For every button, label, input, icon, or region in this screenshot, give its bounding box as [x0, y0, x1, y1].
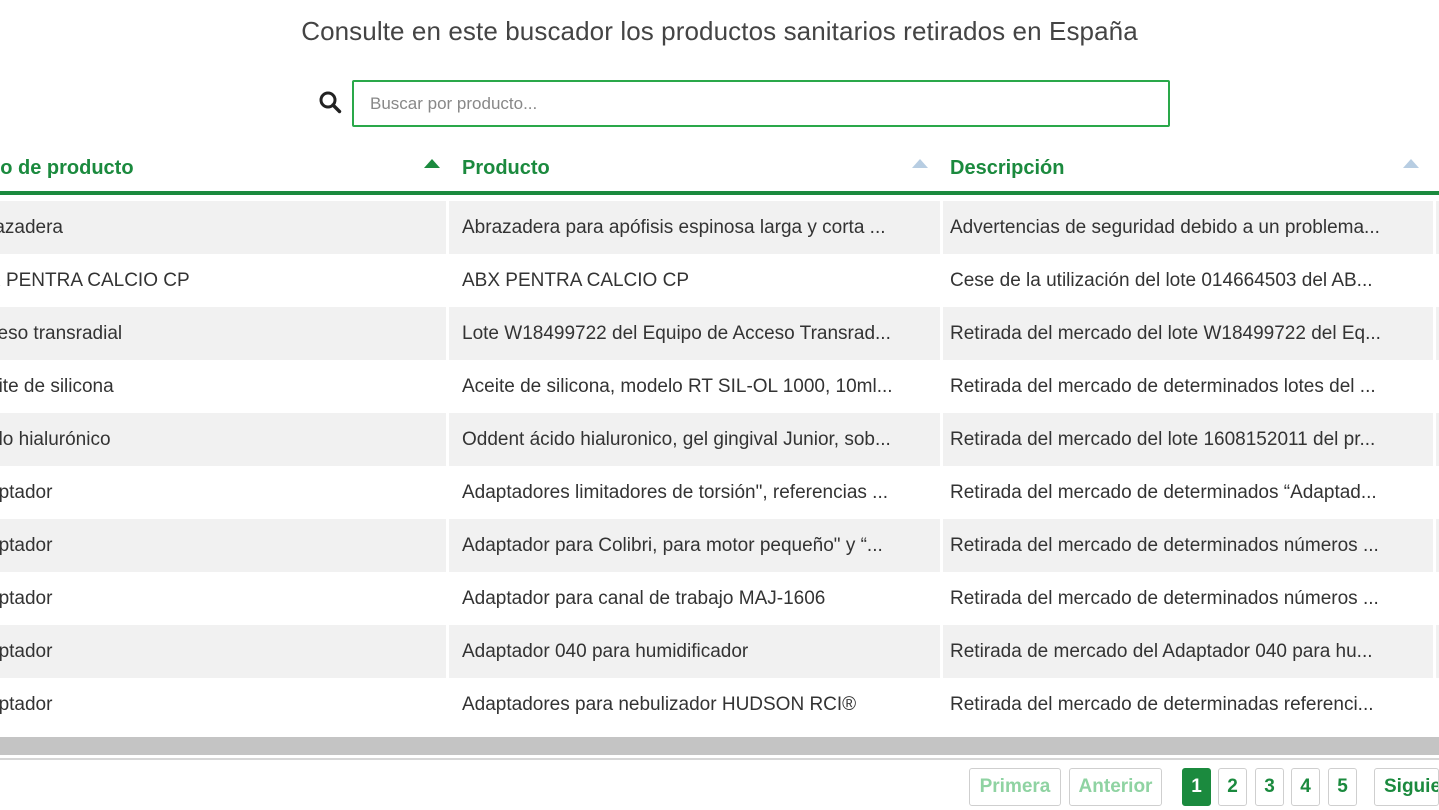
column-separator: [940, 572, 943, 625]
table-row[interactable]: aptador Adaptadores limitadores de torsió…: [0, 466, 1439, 519]
cell-tipo: aptador: [0, 641, 53, 662]
horizontal-scrollbar[interactable]: [0, 737, 1439, 755]
previous-page-button[interactable]: Anterior: [1069, 768, 1162, 806]
cell-descripcion: Retirada del mercado de determinados “Ad…: [950, 482, 1377, 503]
cell-tipo: aptador: [0, 694, 53, 715]
table-header: po de producto Producto Descripción: [0, 143, 1439, 195]
column-separator: [446, 360, 449, 413]
sort-asc-icon[interactable]: [424, 159, 440, 168]
cell-producto: Adaptadores para nebulizador HUDSON RCI®: [462, 694, 857, 715]
first-page-button[interactable]: Primera: [969, 768, 1061, 806]
table-row[interactable]: ido hialurónico Oddent ácido hialuronico,…: [0, 413, 1439, 466]
cell-producto: Aceite de silicona, modelo RT SIL-OL 100…: [462, 376, 893, 397]
cell-tipo: aptador: [0, 482, 53, 503]
products-table: po de producto Producto Descripción raza…: [0, 143, 1439, 731]
column-header-descripcion[interactable]: Descripción: [950, 143, 1064, 191]
column-separator: [940, 466, 943, 519]
page-heading: Consulte en este buscador los productos …: [301, 16, 1138, 46]
next-page-button[interactable]: Siguie: [1374, 768, 1439, 806]
cell-tipo: eite de silicona: [0, 376, 114, 397]
column-separator: [446, 413, 449, 466]
column-header-producto[interactable]: Producto: [462, 143, 550, 191]
page-button-1[interactable]: 1: [1182, 768, 1211, 806]
column-separator: [446, 519, 449, 572]
column-separator: [1433, 307, 1436, 360]
column-separator: [1433, 254, 1436, 307]
column-separator: [940, 307, 943, 360]
cell-producto: Adaptador para canal de trabajo MAJ-1606: [462, 588, 826, 609]
page-button-4[interactable]: 4: [1291, 768, 1320, 806]
column-separator: [1433, 466, 1436, 519]
table-row[interactable]: aptador Adaptador para canal de trabajo M…: [0, 572, 1439, 625]
table-body: razadera Abrazadera para apófisis espinos…: [0, 201, 1439, 731]
cell-producto: Adaptadores limitadores de torsión", ref…: [462, 482, 889, 503]
search-icon: [319, 91, 342, 114]
cell-descripcion: Retirada del mercado de determinados núm…: [950, 588, 1379, 609]
page-button-2[interactable]: 2: [1218, 768, 1247, 806]
table-row[interactable]: aptador Adaptador 040 para humidificador R…: [0, 625, 1439, 678]
sort-icon[interactable]: [1403, 159, 1419, 168]
column-separator: [1433, 413, 1436, 466]
pagination: Primera Anterior 1 2 3 4 5 Siguie: [0, 768, 1439, 808]
table-row[interactable]: razadera Abrazadera para apófisis espinos…: [0, 201, 1439, 254]
cell-producto: Adaptador para Colibri, para motor peque…: [462, 535, 883, 556]
cell-tipo: ido hialurónico: [0, 429, 111, 450]
table-row[interactable]: aptador Adaptador para Colibri, para moto…: [0, 519, 1439, 572]
column-separator: [940, 360, 943, 413]
column-separator: [940, 678, 943, 731]
page-button-5[interactable]: 5: [1328, 768, 1357, 806]
column-separator: [1433, 572, 1436, 625]
cell-descripcion: Retirada del mercado de determinadas ref…: [950, 694, 1374, 715]
column-separator: [1433, 519, 1436, 572]
column-separator: [446, 678, 449, 731]
cell-descripcion: Retirada del mercado de determinados lot…: [950, 376, 1376, 397]
cell-tipo: aptador: [0, 535, 53, 556]
column-separator: [1433, 201, 1436, 254]
sort-icon[interactable]: [912, 159, 928, 168]
column-separator: [446, 307, 449, 360]
cell-tipo: aptador: [0, 588, 53, 609]
column-separator: [940, 519, 943, 572]
cell-descripcion: Cese de la utilización del lote 01466450…: [950, 270, 1373, 291]
page-button-3[interactable]: 3: [1255, 768, 1284, 806]
cell-tipo: ceso transradial: [0, 323, 123, 344]
cell-tipo: X PENTRA CALCIO CP: [0, 270, 190, 291]
column-separator: [940, 254, 943, 307]
table-row[interactable]: ceso transradial Lote W18499722 del Equip…: [0, 307, 1439, 360]
column-separator: [1433, 360, 1436, 413]
column-separator: [1433, 678, 1436, 731]
cell-producto: Oddent ácido hialuronico, gel gingival J…: [462, 429, 891, 450]
cell-tipo: razadera: [0, 217, 63, 238]
column-separator: [1433, 625, 1436, 678]
column-separator: [940, 625, 943, 678]
cell-producto: Abrazadera para apófisis espinosa larga …: [462, 217, 886, 238]
column-separator: [940, 413, 943, 466]
column-separator: [940, 201, 943, 254]
cell-descripcion: Retirada del mercado del lote W18499722 …: [950, 323, 1381, 344]
column-separator: [446, 572, 449, 625]
divider: [0, 758, 1439, 760]
cell-descripcion: Retirada del mercado de determinados núm…: [950, 535, 1379, 556]
cell-descripcion: Advertencias de seguridad debido a un pr…: [950, 217, 1380, 238]
table-row[interactable]: aptador Adaptadores para nebulizador HUDS…: [0, 678, 1439, 731]
column-header-tipo[interactable]: po de producto: [0, 143, 134, 191]
cell-descripcion: Retirada de mercado del Adaptador 040 pa…: [950, 641, 1373, 662]
table-row[interactable]: X PENTRA CALCIO CP ABX PENTRA CALCIO CP Ce…: [0, 254, 1439, 307]
cell-producto: Adaptador 040 para humidificador: [462, 641, 749, 662]
table-row[interactable]: eite de silicona Aceite de silicona, mode…: [0, 360, 1439, 413]
cell-producto: Lote W18499722 del Equipo de Acceso Tran…: [462, 323, 891, 344]
column-separator: [446, 466, 449, 519]
column-separator: [446, 625, 449, 678]
cell-producto: ABX PENTRA CALCIO CP: [462, 270, 690, 291]
column-separator: [446, 254, 449, 307]
search-input[interactable]: [352, 80, 1170, 127]
column-separator: [446, 201, 449, 254]
cell-descripcion: Retirada del mercado del lote 1608152011…: [950, 429, 1376, 450]
